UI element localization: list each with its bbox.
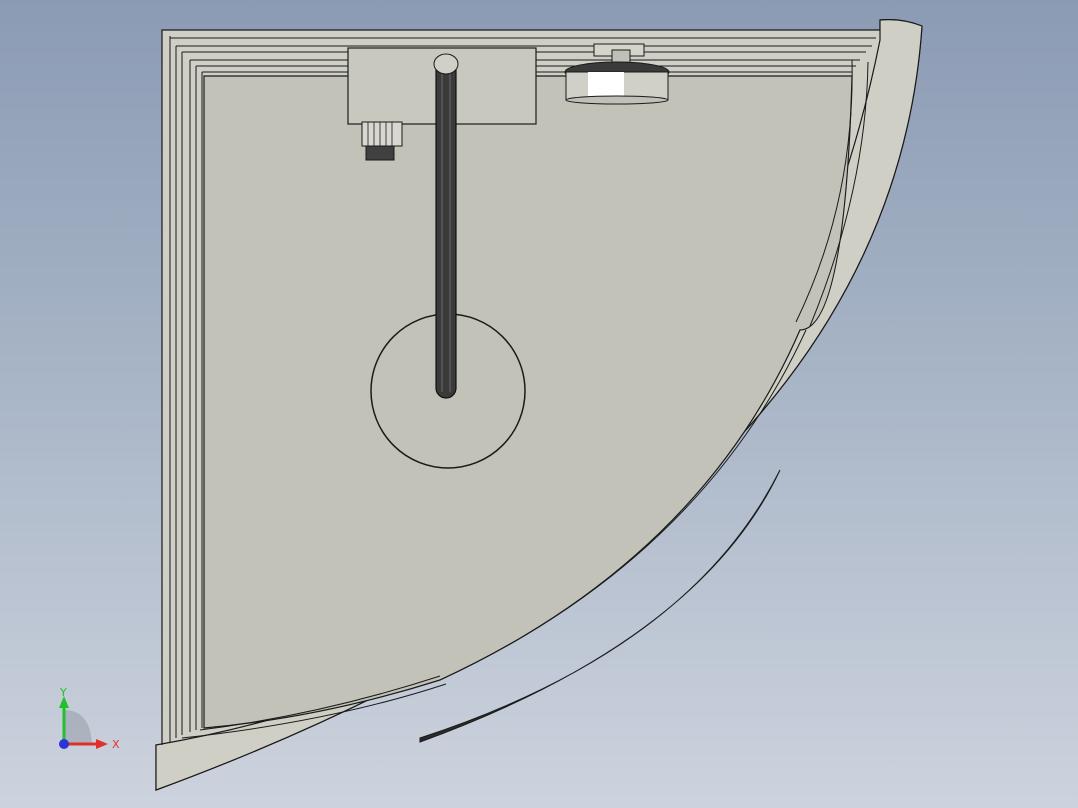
x-axis-label: X	[112, 738, 120, 751]
z-axis-origin	[59, 739, 69, 749]
shower-hose[interactable]	[433, 53, 459, 399]
coordinate-triad: Y X	[59, 686, 120, 751]
y-axis-label: Y	[59, 686, 67, 699]
x-axis-arrowhead	[96, 739, 108, 749]
shower-tray-model[interactable]	[0, 0, 1078, 808]
tray-floor	[203, 75, 853, 729]
cad-viewport[interactable]: Y X	[0, 0, 1078, 808]
triad-plane	[64, 710, 92, 744]
